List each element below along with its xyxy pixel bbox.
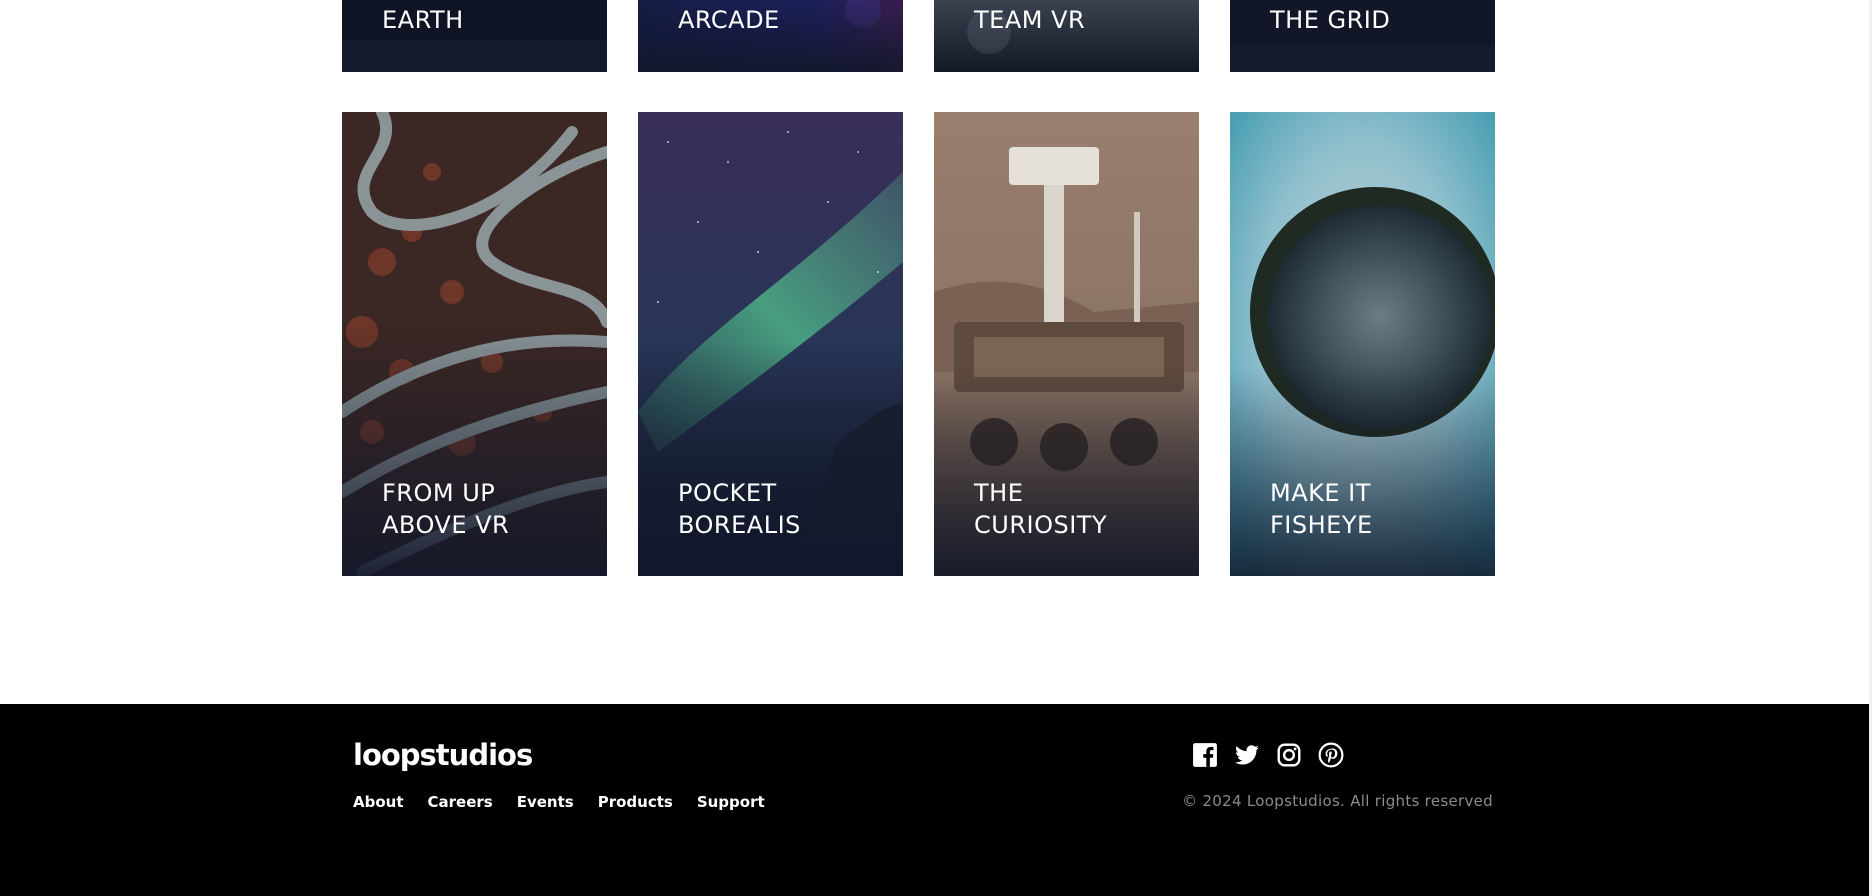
instagram-icon[interactable] xyxy=(1276,742,1302,768)
creation-card-from-up-above-vr[interactable]: From up above VR xyxy=(342,112,607,576)
card-title: Earth xyxy=(382,6,464,34)
card-title: From up above VR xyxy=(382,479,510,539)
footer-link-careers[interactable]: Careers xyxy=(428,793,493,811)
footer-nav: About Careers Events Products Support xyxy=(353,792,765,811)
copyright-text: © 2024 Loopstudios. All rights reserved xyxy=(1182,792,1493,810)
site-footer: loopstudios About Careers Events Product… xyxy=(0,704,1869,896)
creation-card-the-grid[interactable]: The Grid xyxy=(1230,0,1495,72)
footer-nav-item-support: Support xyxy=(697,792,765,811)
footer-logo[interactable]: loopstudios xyxy=(353,738,533,772)
card-title: The curiosity xyxy=(974,479,1108,539)
creation-card-the-curiosity[interactable]: The curiosity xyxy=(934,112,1199,576)
footer-link-support[interactable]: Support xyxy=(697,793,765,811)
footer-nav-item-careers: Careers xyxy=(428,792,493,811)
creation-card-pocket-borealis[interactable]: Pocket borealis xyxy=(638,112,903,576)
card-title: Team VR xyxy=(974,6,1086,34)
facebook-icon[interactable] xyxy=(1192,742,1218,768)
card-title: Arcade xyxy=(678,6,780,34)
pinterest-icon[interactable] xyxy=(1318,742,1344,768)
footer-nav-item-products: Products xyxy=(598,792,673,811)
footer-link-products[interactable]: Products xyxy=(598,793,673,811)
footer-nav-item-about: About xyxy=(353,792,404,811)
creation-card-make-it-fisheye[interactable]: Make it fisheye xyxy=(1230,112,1495,576)
card-title: The Grid xyxy=(1270,6,1391,34)
creation-card-arcade[interactable]: Arcade xyxy=(638,0,903,72)
footer-nav-item-events: Events xyxy=(517,792,574,811)
twitter-icon[interactable] xyxy=(1234,742,1260,768)
card-title: Pocket borealis xyxy=(678,479,801,539)
social-links xyxy=(1192,742,1344,768)
creation-card-earth[interactable]: Earth xyxy=(342,0,607,72)
creation-card-team-vr[interactable]: Team VR xyxy=(934,0,1199,72)
card-title: Make it fisheye xyxy=(1270,479,1373,539)
footer-link-events[interactable]: Events xyxy=(517,793,574,811)
footer-link-about[interactable]: About xyxy=(353,793,404,811)
